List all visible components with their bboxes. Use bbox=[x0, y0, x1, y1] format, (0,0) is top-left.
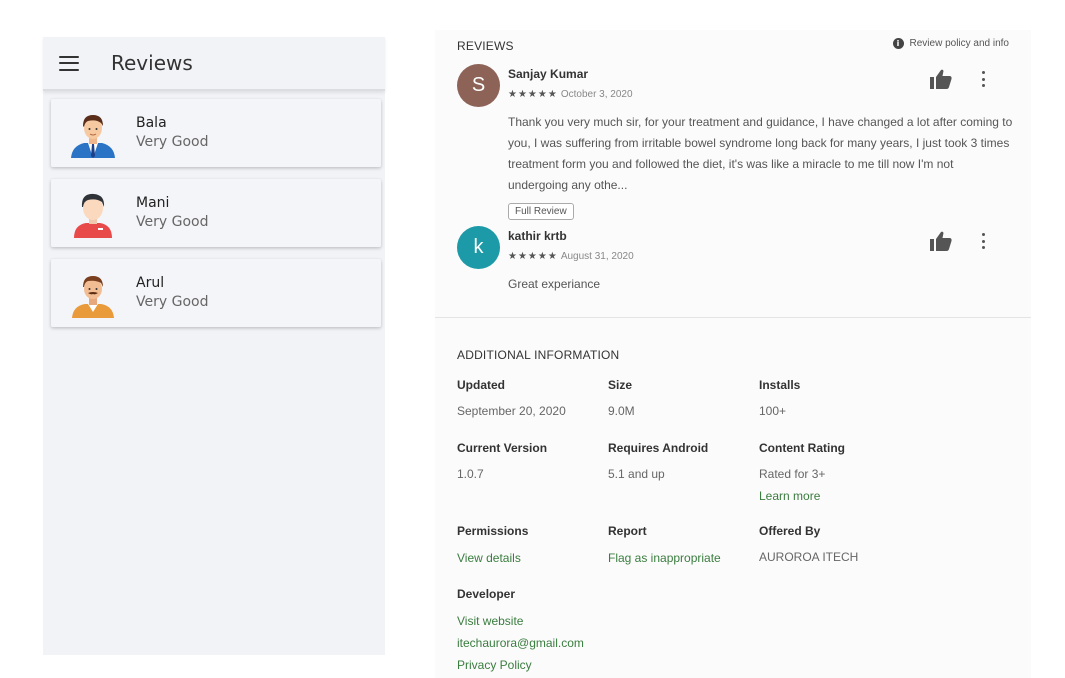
info-value: AUROROA ITECH bbox=[759, 550, 859, 564]
info-value: 1.0.7 bbox=[457, 467, 484, 481]
info-requires-android: Requires Android 5.1 and up bbox=[608, 441, 758, 485]
info-label: Permissions bbox=[457, 524, 529, 538]
info-label: Report bbox=[608, 524, 647, 538]
star-rating-icon: ★★★★★ bbox=[508, 89, 558, 100]
info-label: Current Version bbox=[457, 441, 548, 455]
review-meta: ★★★★★ August 31, 2020 bbox=[508, 251, 634, 262]
info-updated: Updated September 20, 2020 bbox=[457, 378, 607, 422]
star-rating-icon: ★★★★★ bbox=[508, 251, 558, 262]
review-author: Sanjay Kumar bbox=[508, 67, 589, 81]
list-item[interactable]: Bala Very Good bbox=[51, 99, 381, 167]
learn-more-link[interactable]: Learn more bbox=[759, 485, 909, 507]
reviewer-rating: Very Good bbox=[136, 214, 209, 230]
reviews-app-screen: Reviews Bala Very Good Mani Very Good Ar… bbox=[43, 37, 385, 655]
reviews-heading: REVIEWS bbox=[457, 39, 514, 53]
developer-email-link[interactable]: itechaurora@gmail.com bbox=[457, 632, 657, 654]
info-size: Size 9.0M bbox=[608, 378, 758, 422]
reviewer-name: Bala bbox=[136, 115, 167, 131]
privacy-policy-link[interactable]: Privacy Policy bbox=[457, 654, 657, 676]
more-options-icon[interactable] bbox=[978, 70, 988, 88]
review-date: October 3, 2020 bbox=[560, 89, 633, 100]
info-label: Offered By bbox=[759, 524, 821, 538]
info-developer: Developer Visit website itechaurora@gmai… bbox=[457, 587, 657, 676]
review-author: kathir krtb bbox=[508, 229, 567, 243]
thumbs-up-icon[interactable] bbox=[930, 69, 952, 89]
info-offered-by: Offered By AUROROA ITECH bbox=[759, 524, 909, 568]
app-bar: Reviews bbox=[43, 37, 385, 91]
app-bar-title: Reviews bbox=[111, 51, 193, 75]
review-policy-label: Review policy and info bbox=[909, 38, 1010, 49]
info-value: September 20, 2020 bbox=[457, 404, 566, 418]
info-label: Installs bbox=[759, 378, 801, 392]
info-label: Requires Android bbox=[608, 441, 709, 455]
section-divider bbox=[435, 317, 1031, 318]
full-review-button[interactable]: Full Review bbox=[508, 203, 574, 220]
review-text: Thank you very much sir, for your treatm… bbox=[508, 115, 1013, 192]
list-item[interactable]: Arul Very Good bbox=[51, 259, 381, 327]
review-item: S Sanjay Kumar ★★★★★ October 3, 2020 Tha… bbox=[457, 64, 1017, 220]
additional-info-heading: ADDITIONAL INFORMATION bbox=[457, 348, 620, 362]
info-permissions: Permissions View details bbox=[457, 524, 607, 569]
info-label: Updated bbox=[457, 378, 505, 392]
reviewer-avatar: k bbox=[457, 226, 500, 269]
info-value: 5.1 and up bbox=[608, 467, 665, 481]
view-details-link[interactable]: View details bbox=[457, 547, 607, 569]
reviewer-rating: Very Good bbox=[136, 134, 209, 150]
info-installs: Installs 100+ bbox=[759, 378, 909, 422]
info-label: Developer bbox=[457, 587, 516, 601]
info-value: 9.0M bbox=[608, 404, 635, 418]
reviewer-name: Mani bbox=[136, 195, 170, 211]
review-policy-link[interactable]: i Review policy and info bbox=[892, 38, 1010, 49]
info-content-rating: Content Rating Rated for 3+ Learn more bbox=[759, 441, 909, 507]
list-item[interactable]: Mani Very Good bbox=[51, 179, 381, 247]
info-value: Rated for 3+ bbox=[759, 467, 826, 481]
businessman-avatar-icon bbox=[68, 108, 118, 158]
review-item: k kathir krtb ★★★★★ August 31, 2020 Grea… bbox=[457, 226, 1017, 296]
reviewer-avatar: S bbox=[457, 64, 500, 107]
review-date: August 31, 2020 bbox=[560, 251, 634, 262]
hamburger-menu-icon[interactable] bbox=[59, 55, 79, 71]
info-label: Size bbox=[608, 378, 633, 392]
info-value: 100+ bbox=[759, 404, 787, 418]
info-current-version: Current Version 1.0.7 bbox=[457, 441, 607, 485]
reviewer-name: Arul bbox=[136, 275, 165, 291]
reviewer-list: Bala Very Good Mani Very Good Arul Very … bbox=[43, 91, 385, 327]
reviewer-rating: Very Good bbox=[136, 294, 209, 310]
more-options-icon[interactable] bbox=[978, 232, 988, 250]
review-text: Great experiance bbox=[508, 277, 601, 291]
visit-website-link[interactable]: Visit website bbox=[457, 610, 657, 632]
man-red-shirt-avatar-icon bbox=[68, 188, 118, 238]
review-meta: ★★★★★ October 3, 2020 bbox=[508, 89, 633, 100]
info-label: Content Rating bbox=[759, 441, 845, 455]
man-mustache-avatar-icon bbox=[68, 268, 118, 318]
play-store-details: REVIEWS i Review policy and info S Sanja… bbox=[435, 30, 1031, 678]
thumbs-up-icon[interactable] bbox=[930, 231, 952, 251]
info-icon: i bbox=[892, 38, 904, 49]
info-report: Report Flag as inappropriate bbox=[608, 524, 758, 569]
flag-inappropriate-link[interactable]: Flag as inappropriate bbox=[608, 547, 758, 569]
